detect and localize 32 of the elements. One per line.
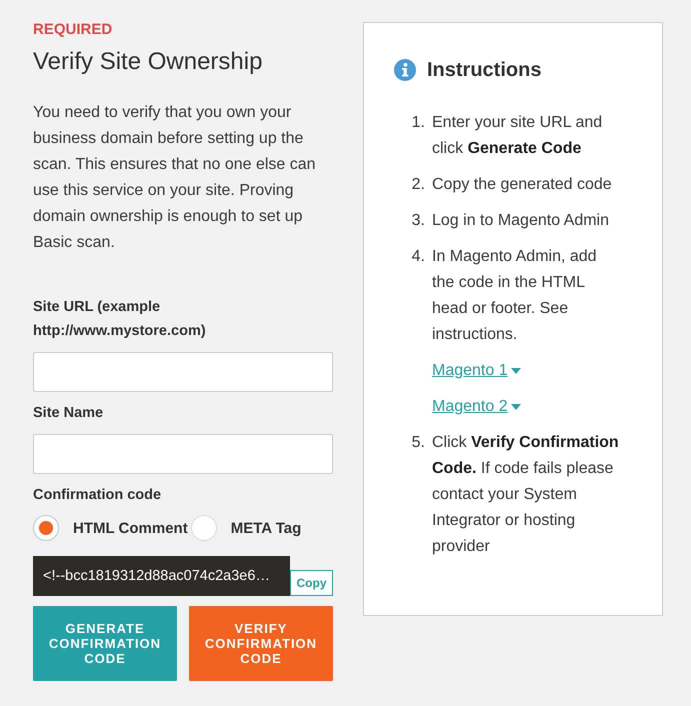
dropdown-link[interactable]: Magento 1 <box>432 358 521 384</box>
step-number: 1. <box>412 113 425 133</box>
step-number: 2. <box>412 175 425 195</box>
radio-button[interactable] <box>33 515 59 541</box>
description-text: You need to verify that you own your business domain before setting up the scan. This ensures that no one else can use this service on your site. Proving domain ownership is enough to set up Basic scan. <box>33 103 317 253</box>
step-number: 4. <box>412 247 425 267</box>
copy-button[interactable]: Copy <box>290 570 333 596</box>
step-text: Log in to Magento Admin <box>432 211 610 231</box>
radio-button[interactable] <box>190 515 217 541</box>
step-number: 3. <box>412 211 425 231</box>
input-field[interactable] <box>33 352 333 392</box>
step-number: 5. <box>412 433 425 453</box>
info-icon <box>394 59 416 81</box>
generate-button[interactable]: GENERATE CONFIRMATION CODE <box>33 606 177 681</box>
required-label: REQUIRED <box>33 21 112 39</box>
field-label: Site URL (example http://www.mystore.com) <box>33 298 207 341</box>
dropdown-link[interactable]: Magento 2 <box>432 394 521 420</box>
step-text: Enter your site URL and click Generate Code <box>432 113 604 159</box>
page-title: Verify Site Ownership <box>33 47 262 77</box>
input-field[interactable] <box>33 434 333 474</box>
instructions-title: Instructions <box>427 58 542 82</box>
step-text: In Magento Admin, add the code in the HTML head or footer. See instructions. <box>432 247 598 345</box>
field-label: Site Name <box>33 404 104 423</box>
radio-label[interactable]: META Tag <box>230 520 302 536</box>
code-display: <!--bcc1819312d88ac074c2a3e6… <box>33 556 290 596</box>
step-text: Copy the generated code <box>432 175 612 195</box>
field-label: Confirmation code <box>33 486 162 505</box>
caret-icon <box>510 404 521 410</box>
step-text: Click Verify Confirmation Code. If code fails please contact your System Integrator or hosting provider <box>432 433 619 557</box>
radio-label[interactable]: HTML Comment <box>73 520 188 536</box>
caret-icon <box>510 368 521 374</box>
verify-button[interactable]: VERIFY CONFIRMATION CODE <box>189 606 333 681</box>
